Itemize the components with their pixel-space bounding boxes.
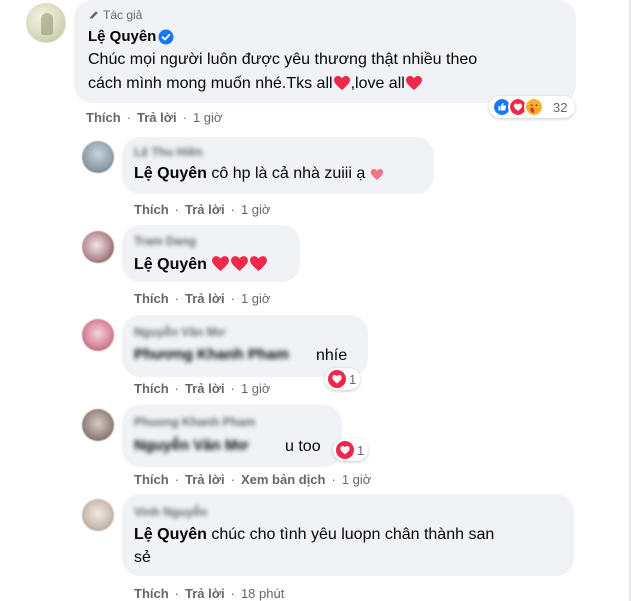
heart-emoji-icon xyxy=(250,256,268,271)
separator-dot: · xyxy=(182,109,187,125)
reply-time[interactable]: 18 phút xyxy=(241,586,284,601)
blurred-commenter-name: Tram Dang xyxy=(134,234,197,248)
heart-emoji-icon xyxy=(231,256,249,271)
reply-actions: Thích · Trả lời · 18 phút xyxy=(134,584,284,601)
blurred-commenter-name: Vinh Nguyễn xyxy=(134,505,208,519)
reaction-count: 32 xyxy=(553,99,568,115)
reply-message: chúc cho tình yêu luopn chân thành san xyxy=(211,526,495,543)
reply-text-line-2: sẻ xyxy=(134,549,151,566)
heart-emoji-icon xyxy=(212,256,230,271)
reaction-count: 1 xyxy=(357,442,365,458)
verified-check-icon xyxy=(158,29,174,45)
reply-actions: Thích · Trả lời · 1 giờ xyxy=(134,200,270,218)
comment-author-name[interactable]: Lệ Quyên xyxy=(88,28,156,45)
separator-dot: · xyxy=(331,471,336,487)
reply-time[interactable]: 1 giờ xyxy=(241,291,271,306)
reply-button[interactable]: Trả lời xyxy=(185,291,225,306)
care-reaction-icon xyxy=(524,97,544,117)
comment-text-part-a: cách mình mong muốn nhé.Tks all xyxy=(88,75,333,92)
reply-actions: Thích · Trả lời · 1 giờ xyxy=(134,379,270,397)
blurred-commenter-name: Lệ Thu Hiền xyxy=(134,145,203,159)
reply-button[interactable]: Trả lời xyxy=(185,202,225,217)
heart-emoji-icon xyxy=(333,76,350,90)
pen-icon xyxy=(90,11,98,19)
blurred-commenter-name: Nguyễn Văn Mơ xyxy=(134,325,226,339)
author-avatar[interactable] xyxy=(26,3,66,43)
reply-text: nhíe xyxy=(316,347,348,364)
reply-text: Lệ Quyên cô hp là cả nhà zuiii ạ xyxy=(134,163,384,185)
comment-text-line-2: cách mình mong muốn nhé.Tks all ,love all xyxy=(88,73,423,95)
comment-text-part-b: ,love all xyxy=(350,75,405,92)
separator-dot: · xyxy=(230,201,235,217)
reply-avatar[interactable] xyxy=(82,231,114,263)
like-button[interactable]: Thích xyxy=(134,472,169,487)
heart-emoji-icon xyxy=(405,76,422,90)
like-button[interactable]: Thích xyxy=(134,291,169,306)
reply-time[interactable]: 1 giờ xyxy=(241,381,271,396)
separator-dot: · xyxy=(230,585,235,601)
reaction-summary[interactable]: 32 xyxy=(489,96,576,118)
blurred-tagged-name: Nguyễn Văn Mơ xyxy=(134,437,249,454)
reply-reaction[interactable]: 1 xyxy=(333,439,369,461)
author-badge-label: Tác giả xyxy=(103,8,143,22)
separator-dot: · xyxy=(174,201,180,217)
comment-actions: Thích · Trả lời · 1 giờ xyxy=(86,108,222,126)
reply-button[interactable]: Trả lời xyxy=(137,110,177,125)
like-button[interactable]: Thích xyxy=(134,202,169,217)
reply-button[interactable]: Trả lời xyxy=(185,586,225,601)
separator-dot: · xyxy=(174,471,180,487)
reaction-count: 1 xyxy=(349,371,357,387)
reply-button[interactable]: Trả lời xyxy=(185,381,225,396)
blurred-commenter-name: Phuong Khanh Pham xyxy=(134,415,256,429)
comment-time[interactable]: 1 giờ xyxy=(193,110,223,125)
tagged-name[interactable]: Lệ Quyên xyxy=(134,256,207,273)
reply-avatar[interactable] xyxy=(82,141,114,173)
reply-avatar[interactable] xyxy=(82,499,114,531)
heart-emoji-icon xyxy=(370,169,383,180)
reply-avatar[interactable] xyxy=(82,319,114,351)
separator-dot: · xyxy=(230,290,235,306)
reply-text: Lệ Quyên xyxy=(134,254,268,276)
reply-actions: Thích · Trả lời · 1 giờ xyxy=(134,289,270,307)
like-button[interactable]: Thích xyxy=(86,110,121,125)
tagged-name[interactable]: Lệ Quyên xyxy=(134,526,207,543)
comment-text-line-1: Chúc mọi người luôn được yêu thương thật… xyxy=(88,51,478,68)
reply-avatar[interactable] xyxy=(82,409,114,441)
tagged-name[interactable]: Lệ Quyên xyxy=(134,165,207,182)
author-badge: Tác giả xyxy=(88,7,142,23)
reply-button[interactable]: Trả lời xyxy=(185,472,225,487)
reply-message: cô hp là cả nhà zuiii ạ xyxy=(211,165,366,182)
separator-dot: · xyxy=(126,109,132,125)
blurred-tagged-name: Phương Khanh Pham xyxy=(134,346,289,363)
separator-dot: · xyxy=(174,290,180,306)
reply-actions: Thích · Trả lời · Xem bản dịch · 1 giờ xyxy=(134,470,371,488)
reply-text-line-1: Lệ Quyên chúc cho tình yêu luopn chân th… xyxy=(134,524,494,546)
reply-time[interactable]: 1 giờ xyxy=(241,202,271,217)
like-button[interactable]: Thích xyxy=(134,586,169,601)
like-button[interactable]: Thích xyxy=(134,381,169,396)
separator-dot: · xyxy=(174,380,180,396)
reply-time[interactable]: 1 giờ xyxy=(342,472,372,487)
love-reaction-icon xyxy=(328,370,346,388)
separator-dot: · xyxy=(174,585,180,601)
separator-dot: · xyxy=(230,471,235,487)
see-translation-button[interactable]: Xem bản dịch xyxy=(241,472,326,487)
separator-dot: · xyxy=(230,380,235,396)
love-reaction-icon xyxy=(336,441,354,459)
reply-reaction[interactable]: 1 xyxy=(325,368,361,390)
reply-text: u too xyxy=(285,438,321,455)
